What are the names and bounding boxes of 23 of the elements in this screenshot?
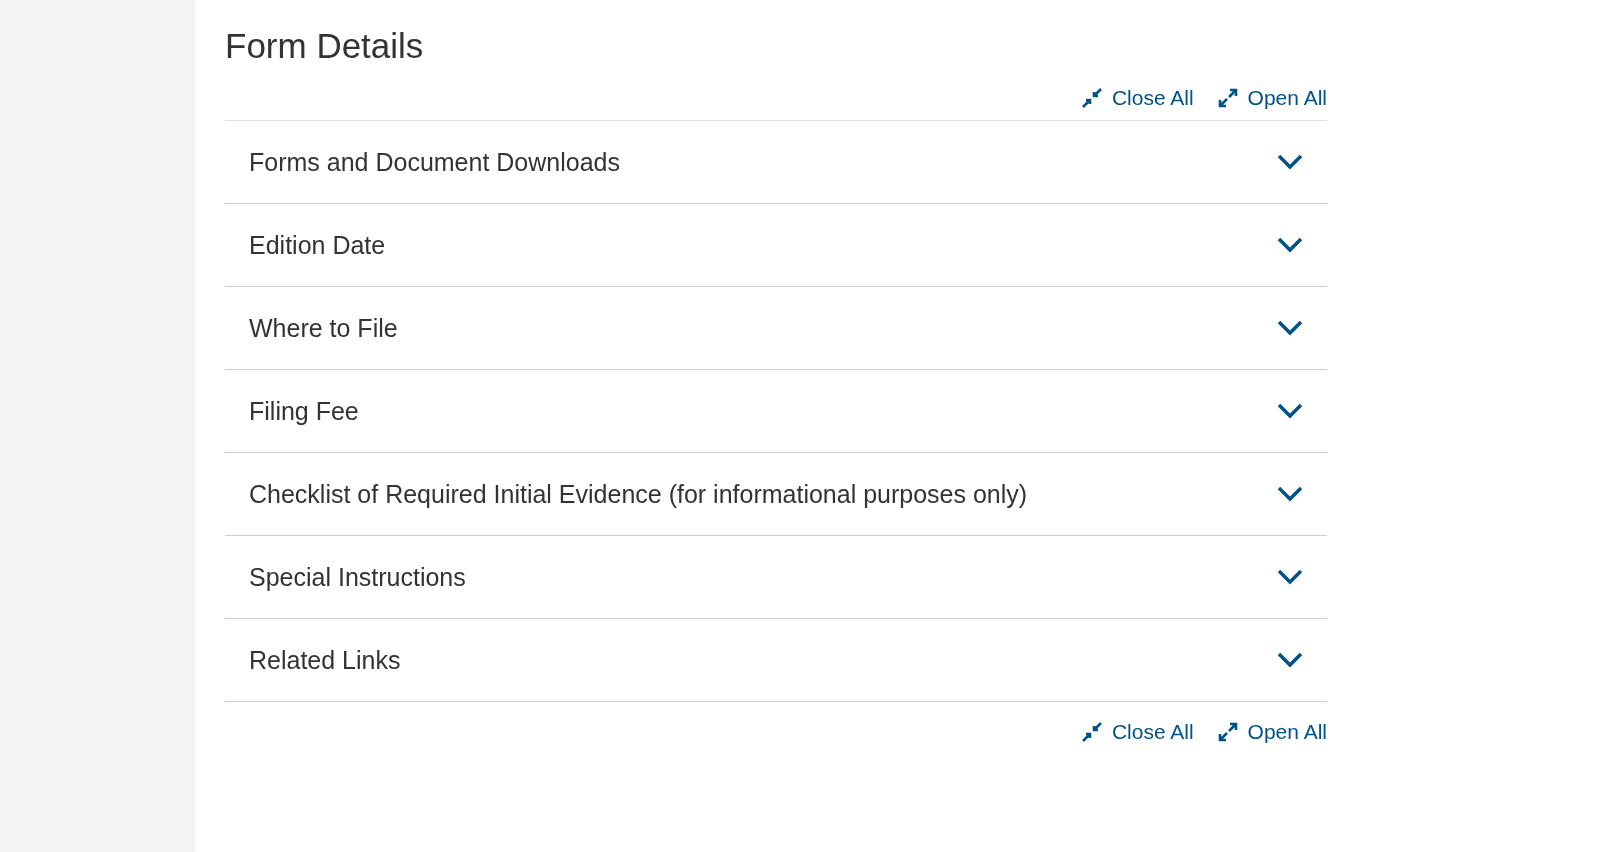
page-title: Form Details [225,25,425,67]
accordion-header[interactable]: Where to File [225,287,1327,370]
open-all-link[interactable]: Open All [1217,720,1327,744]
open-all-link[interactable]: Open All [1217,86,1327,110]
close-all-link[interactable]: Close All [1081,720,1194,744]
close-all-link[interactable]: Close All [1081,86,1194,110]
expand-arrows-icon [1217,722,1238,742]
accordion-header[interactable]: Related Links [225,619,1327,702]
accordion-header[interactable]: Edition Date [225,204,1327,287]
collapse-arrows-icon [1081,722,1102,742]
chevron-icon [1277,154,1303,170]
chevron-icon [1277,569,1303,585]
chevron-icon [1277,237,1303,253]
chevron-icon [1277,486,1303,502]
chevron-icon [1277,652,1303,668]
chevron-icon [1277,403,1303,419]
accordion-header[interactable]: Checklist of Required Initial Evidence (for informational purposes only) [225,453,1327,536]
accordion-header[interactable]: Forms and Document Downloads [225,121,1327,204]
expand-arrows-icon [1217,88,1238,108]
accordion-header[interactable]: Special Instructions [225,536,1327,619]
accordion-header[interactable]: Filing Fee [225,370,1327,453]
chevron-icon [1277,320,1303,336]
collapse-arrows-icon [1081,88,1102,108]
